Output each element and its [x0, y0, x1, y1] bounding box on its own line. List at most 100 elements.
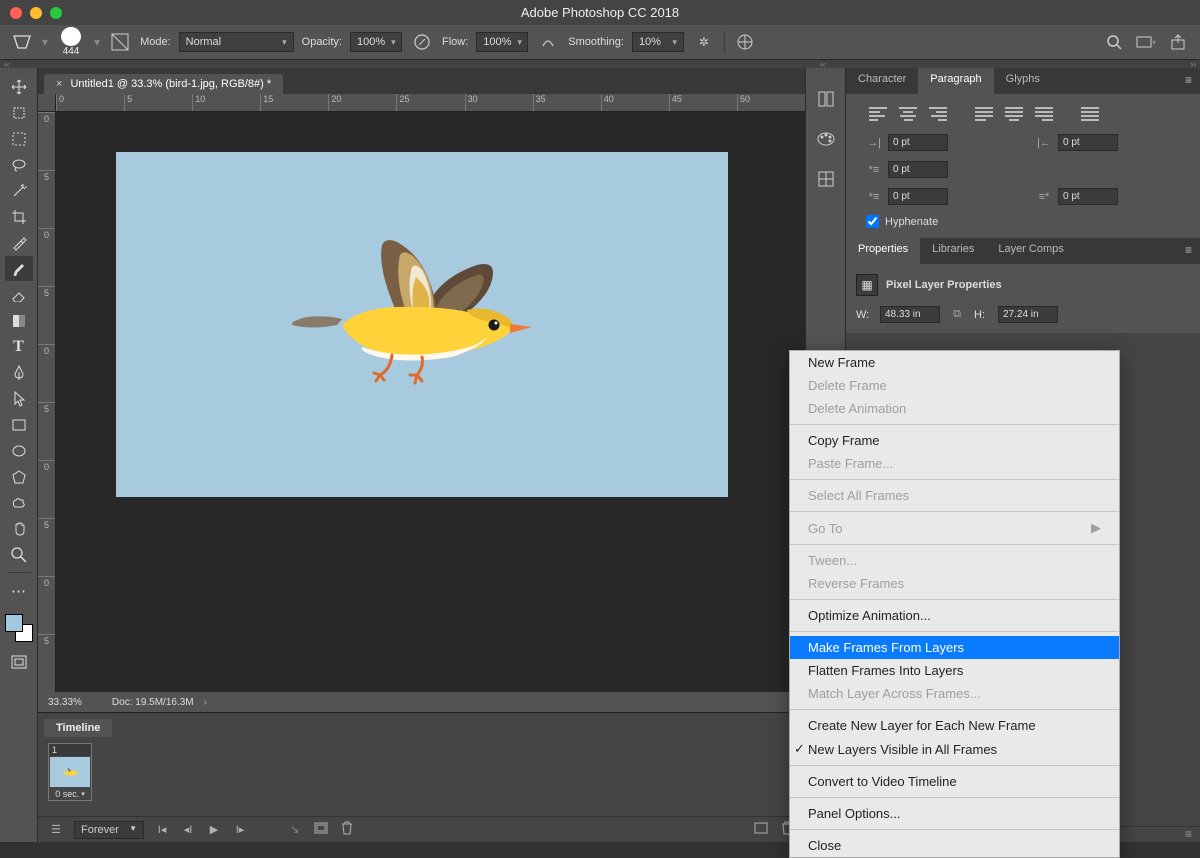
magic-wand-tool[interactable] — [5, 178, 33, 203]
height-input[interactable] — [998, 306, 1058, 323]
brush-size-label: 444 — [63, 46, 80, 57]
trash-icon[interactable] — [339, 821, 355, 838]
pressure-opacity-icon[interactable] — [410, 30, 434, 54]
eraser-tool[interactable] — [5, 282, 33, 307]
align-center-icon[interactable] — [896, 104, 920, 124]
panel-menu-icon[interactable]: ≡ — [1177, 68, 1200, 94]
airbrush-icon[interactable] — [536, 30, 560, 54]
menu-item[interactable]: Copy Frame — [790, 429, 1119, 452]
color-swatches[interactable] — [5, 614, 33, 642]
first-line-input[interactable] — [888, 161, 948, 178]
eyedropper-tool[interactable] — [5, 230, 33, 255]
justify-right-icon[interactable] — [1032, 104, 1056, 124]
width-input[interactable] — [880, 306, 940, 323]
brush-preview[interactable]: 444 — [56, 27, 86, 57]
space-after-input[interactable] — [1058, 188, 1118, 205]
custom-shape-tool[interactable] — [5, 490, 33, 515]
gear-icon[interactable]: ✲ — [692, 30, 716, 54]
color-panel-icon[interactable] — [815, 128, 837, 150]
lasso-tool[interactable] — [5, 152, 33, 177]
menu-item[interactable]: Optimize Animation... — [790, 604, 1119, 627]
tab-layer-comps[interactable]: Layer Comps — [986, 238, 1075, 264]
close-tab-icon[interactable]: × — [56, 78, 62, 90]
menu-item[interactable]: ✓New Layers Visible in All Frames — [790, 737, 1119, 761]
menu-item[interactable]: Convert to Video Timeline — [790, 770, 1119, 793]
opacity-input[interactable]: 100% — [350, 32, 402, 52]
align-left-icon[interactable] — [866, 104, 890, 124]
home-icon[interactable] — [10, 30, 34, 54]
menu-item[interactable]: Create New Layer for Each New Frame — [790, 714, 1119, 737]
menu-item[interactable]: Make Frames From Layers — [790, 636, 1119, 659]
flow-input[interactable]: 100% — [476, 32, 528, 52]
smoothing-input[interactable]: 10% — [632, 32, 684, 52]
blend-mode-select[interactable]: Normal — [179, 32, 294, 52]
opacity-label: Opacity: — [302, 36, 342, 48]
marquee-tool[interactable] — [5, 126, 33, 151]
tab-glyphs[interactable]: Glyphs — [994, 68, 1052, 94]
screen-mode-icon[interactable]: ▾ — [1134, 30, 1158, 54]
history-panel-icon[interactable] — [815, 88, 837, 110]
symmetry-icon[interactable] — [733, 30, 757, 54]
justify-left-icon[interactable] — [972, 104, 996, 124]
new-frame-icon[interactable] — [313, 822, 329, 837]
indent-right-input[interactable] — [1058, 134, 1118, 151]
hand-tool[interactable] — [5, 516, 33, 541]
tween-icon[interactable]: ↘ — [287, 823, 303, 836]
align-right-icon[interactable] — [926, 104, 950, 124]
zoom-level[interactable]: 33.33% — [48, 697, 82, 708]
artboard-tool[interactable] — [5, 100, 33, 125]
horizontal-ruler[interactable]: 05101520253035404550 — [56, 94, 805, 112]
justify-all-icon[interactable] — [1078, 104, 1102, 124]
canvas[interactable] — [116, 152, 728, 497]
gradient-tool[interactable] — [5, 308, 33, 333]
brush-panel-icon[interactable] — [108, 30, 132, 54]
rectangle-tool[interactable] — [5, 412, 33, 437]
tab-paragraph[interactable]: Paragraph — [918, 68, 993, 94]
ruler-origin[interactable] — [38, 94, 56, 112]
zoom-tool[interactable] — [5, 542, 33, 567]
polygon-tool[interactable] — [5, 464, 33, 489]
menu-item: Delete Animation — [790, 397, 1119, 420]
timeline-tab[interactable]: Timeline — [44, 719, 112, 737]
ellipse-tool[interactable] — [5, 438, 33, 463]
prev-frame-icon[interactable]: ◂I — [180, 823, 196, 836]
timeline-menu-icon[interactable]: ☰ — [48, 823, 64, 836]
convert-timeline-icon[interactable] — [753, 822, 769, 837]
flow-label: Flow: — [442, 36, 468, 48]
space-before-input[interactable] — [888, 188, 948, 205]
tab-properties[interactable]: Properties — [846, 238, 920, 264]
justify-center-icon[interactable] — [1002, 104, 1026, 124]
panel-menu-icon[interactable]: ≡ — [1177, 238, 1200, 264]
timeline-frame[interactable]: 1 0 sec.▾ — [48, 743, 92, 801]
play-icon[interactable]: ▶ — [206, 823, 222, 836]
pen-tool[interactable] — [5, 360, 33, 385]
swatches-panel-icon[interactable] — [815, 168, 837, 190]
menu-item: Reverse Frames — [790, 572, 1119, 595]
indent-left-input[interactable] — [888, 134, 948, 151]
expand-row: ‹‹‹‹›› — [0, 60, 1200, 68]
link-wh-icon[interactable]: ⧉ — [948, 308, 966, 321]
tab-libraries[interactable]: Libraries — [920, 238, 986, 264]
hyphenate-checkbox[interactable] — [866, 215, 879, 228]
tab-character[interactable]: Character — [846, 68, 918, 94]
brush-tool[interactable] — [5, 256, 33, 281]
move-tool[interactable] — [5, 74, 33, 99]
path-select-tool[interactable] — [5, 386, 33, 411]
next-frame-icon[interactable]: I▸ — [232, 823, 248, 836]
menu-item[interactable]: Flatten Frames Into Layers — [790, 659, 1119, 682]
vertical-ruler[interactable]: 0505050505 — [38, 112, 56, 692]
edit-toolbar-icon[interactable]: ⋯ — [5, 578, 33, 603]
menu-item[interactable]: Close — [790, 834, 1119, 857]
menu-item[interactable]: Panel Options... — [790, 802, 1119, 825]
loop-select[interactable]: Forever▼ — [74, 821, 144, 839]
properties-panel-tabs: Properties Libraries Layer Comps ≡ — [846, 238, 1200, 264]
search-icon[interactable] — [1102, 30, 1126, 54]
crop-tool[interactable] — [5, 204, 33, 229]
frame-duration[interactable]: 0 sec.▾ — [54, 788, 86, 800]
type-tool[interactable]: T — [5, 334, 33, 359]
share-icon[interactable] — [1166, 30, 1190, 54]
first-frame-icon[interactable]: I◂ — [154, 823, 170, 836]
menu-item[interactable]: New Frame — [790, 351, 1119, 374]
quick-mask-icon[interactable] — [5, 649, 33, 674]
document-tab[interactable]: × Untitled1 @ 33.3% (bird-1.jpg, RGB/8#)… — [44, 74, 283, 94]
